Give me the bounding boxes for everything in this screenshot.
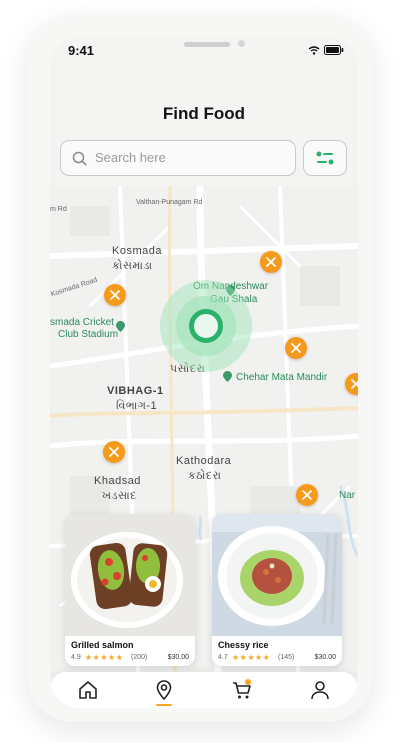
status-time: 9:41	[68, 43, 95, 58]
map-label-kosmada-gu: કોસમાડા	[112, 260, 153, 272]
review-count: (200)	[131, 654, 148, 661]
search-icon	[72, 151, 87, 166]
search-bar[interactable]	[60, 140, 296, 176]
restaurant-pin[interactable]	[296, 484, 318, 506]
food-rating: 4.7	[218, 654, 228, 661]
fork-knife-icon	[266, 257, 276, 267]
camera-dot	[238, 40, 245, 47]
profile-icon[interactable]	[308, 678, 332, 702]
bottom-nav	[50, 672, 358, 708]
speaker-notch	[184, 42, 230, 47]
review-count: (145)	[278, 654, 295, 661]
map-label-kosmada: Kosmada	[112, 245, 162, 257]
map-label-khadsad: Khadsad	[94, 475, 141, 487]
nav-active-indicator	[156, 704, 172, 706]
page-title: Find Food	[162, 104, 246, 123]
search-input[interactable]	[93, 149, 287, 166]
map-label-vibhag: VIBHAG-1	[107, 385, 164, 397]
food-card[interactable]: Chessy rice 4.7 ★★★★★ (145) $30.00	[212, 514, 342, 666]
fork-knife-icon	[110, 290, 120, 300]
cart-icon[interactable]	[230, 678, 254, 702]
current-location-marker[interactable]	[189, 309, 223, 343]
map-poi-icon	[223, 371, 232, 382]
map-poi-icon	[116, 321, 125, 332]
map-label-khadsad-gu: ખડસાદ	[102, 490, 137, 502]
food-image-chessy-rice	[212, 514, 342, 636]
food-price: $30.00	[167, 654, 189, 661]
restaurant-pin[interactable]	[260, 251, 282, 273]
star-rating-icons: ★★★★★	[232, 653, 271, 662]
map-label-vibhag-gu: વિભાગ-1	[116, 400, 158, 412]
location-pin-icon[interactable]	[152, 678, 176, 702]
restaurant-pin[interactable]	[104, 284, 126, 306]
map-label-road-left: m Rd	[50, 206, 67, 213]
map-label-right: Nar	[339, 490, 356, 501]
app-screen: Valthan-Punagam Rd m Rd Kosmada કોસમાડા …	[50, 36, 358, 708]
filter-icon	[316, 151, 334, 165]
phone-frame: Valthan-Punagam Rd m Rd Kosmada કોસમાડા …	[28, 16, 372, 722]
wifi-icon	[308, 46, 320, 55]
fork-knife-icon	[291, 343, 301, 353]
map-label-cricket-2: Club Stadium	[58, 329, 119, 340]
battery-icon	[324, 45, 344, 55]
status-bar: 9:41	[50, 36, 358, 66]
map-label-kathodara-gu: કઠોદરા	[188, 470, 222, 482]
map-label-road: Valthan-Punagam Rd	[136, 199, 203, 206]
food-name: Grilled salmon	[71, 640, 134, 650]
restaurant-pin[interactable]	[285, 337, 307, 359]
home-icon[interactable]	[76, 678, 100, 702]
fork-knife-icon	[302, 490, 312, 500]
star-rating-icons: ★★★★★	[85, 653, 124, 662]
map-label-kathodara: Kathodara	[176, 455, 232, 467]
food-image-grilled-salmon	[65, 514, 195, 636]
food-card[interactable]: Grilled salmon 4.9 ★★★★★ (200) $30.00	[65, 514, 195, 666]
fork-knife-icon	[109, 447, 119, 457]
map-label-chehar-mata: Chehar Mata Mandir	[236, 372, 328, 383]
fork-knife-icon	[351, 379, 358, 389]
food-name: Chessy rice	[218, 640, 269, 650]
restaurant-pin[interactable]	[103, 441, 125, 463]
food-rating: 4.9	[71, 654, 81, 661]
food-price: $30.00	[314, 654, 336, 661]
map-label-cricket-1: smada Cricket	[50, 317, 114, 328]
filter-button[interactable]	[303, 140, 347, 176]
